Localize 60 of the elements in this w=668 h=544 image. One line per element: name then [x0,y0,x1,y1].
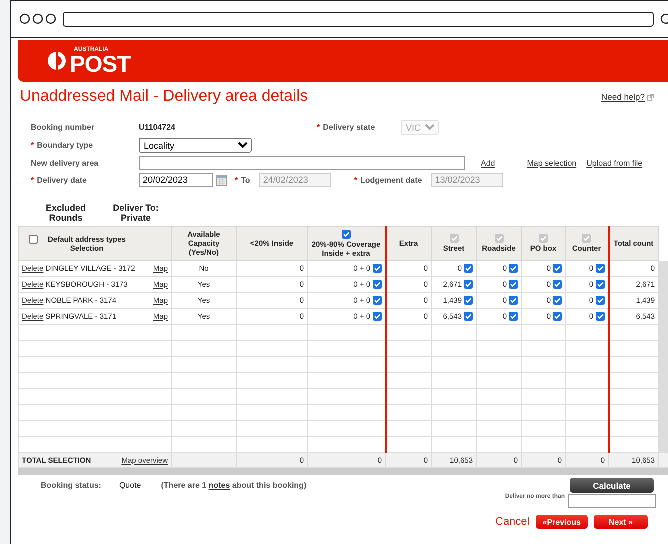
required-mark: * [354,176,358,184]
checkbox[interactable] [509,296,518,306]
external-link-icon [647,94,654,100]
checkbox[interactable] [553,312,562,322]
calendar-icon[interactable] [216,174,227,186]
page-title: Unaddressed Mail - Delivery area details [20,88,308,106]
delivery-date-field[interactable]: 20/02/2023 [139,173,213,187]
checkbox[interactable] [464,280,473,290]
deliver-limit-field[interactable] [568,494,656,508]
status-label: Booking status: [41,481,102,490]
checkbox[interactable] [596,264,604,274]
previous-button[interactable]: «Previous [536,515,588,529]
field-label: To [241,176,250,184]
field-label: New delivery area [31,158,100,168]
window-controls-icon [19,13,57,25]
field-label: Delivery state [323,123,376,132]
checkbox[interactable] [553,296,562,306]
booking-number: U1104724 [139,123,176,132]
notes-text: (There are 1 notes about this booking) [161,481,307,490]
checkbox[interactable] [464,264,473,274]
checkbox[interactable] [372,264,382,274]
checkbox[interactable] [509,264,518,274]
address-bar[interactable] [63,12,654,26]
checkbox[interactable] [509,312,518,322]
boundary-type-select[interactable]: Locality [139,138,252,153]
help-link[interactable]: Need help? [602,92,645,102]
checkbox[interactable] [596,312,604,322]
map-selection-link[interactable]: Map selection [527,158,577,168]
required-mark: * [31,176,34,184]
horizontal-scrollbar[interactable] [18,468,668,475]
checkbox[interactable] [372,280,382,290]
required-mark: * [235,176,238,184]
next-button[interactable]: Next » [594,515,648,529]
upload-link[interactable]: Upload from file [586,158,643,168]
field-label: Delivery date [37,176,87,184]
required-mark: * [31,141,34,150]
required-mark: * [317,123,320,132]
checkbox[interactable] [596,296,604,306]
checkbox[interactable] [553,264,562,274]
field-label: Boundary type [37,141,94,150]
brand-name: POST [70,52,131,76]
checkbox[interactable] [342,230,351,238]
checkbox[interactable] [509,280,518,290]
checkbox[interactable] [596,280,604,290]
status-value: Quote [119,481,142,490]
section-tab[interactable]: Excluded Rounds [41,203,91,223]
field-label: Booking number [31,123,96,132]
calculate-button[interactable]: Calculate [570,478,654,493]
cancel-link[interactable]: Cancel [496,516,530,528]
checkbox[interactable] [464,296,473,306]
delivery-area-field[interactable] [139,156,465,170]
section-tab[interactable]: Deliver To: Private [111,203,161,223]
field-label: Lodgement date [360,176,422,184]
add-link[interactable]: Add [481,158,496,168]
checkbox[interactable] [464,312,473,322]
checkbox[interactable] [29,234,38,244]
checkbox[interactable] [372,312,382,322]
checkbox[interactable] [553,280,562,290]
checkbox[interactable] [372,296,382,306]
logo-icon [48,52,66,70]
